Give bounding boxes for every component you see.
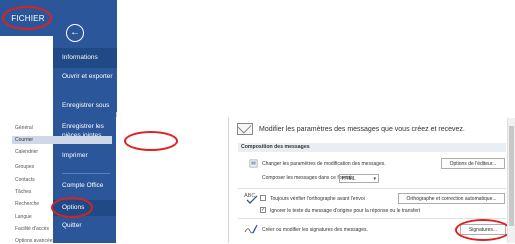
scrollbar-thumb[interactable]	[509, 126, 514, 226]
category-groups[interactable]: Groupes	[15, 164, 34, 170]
category-accessibility[interactable]: Facilité d'accès	[15, 226, 49, 232]
category-tasks[interactable]: Tâches	[15, 189, 31, 195]
category-general[interactable]: Général	[15, 125, 33, 131]
category-search[interactable]: Recherche	[15, 201, 39, 207]
highlight-circle-mail	[124, 131, 178, 151]
highlight-circle-signatures	[455, 219, 511, 241]
editor-description: Changer les paramètres de modification d…	[262, 161, 386, 167]
nav-divider	[62, 173, 110, 174]
category-advanced[interactable]: Options avancées	[15, 238, 55, 244]
check-spelling-label: Toujours vérifier l'orthographe avant l'…	[270, 196, 365, 202]
signature-pen-icon	[244, 224, 258, 234]
nav-office-account[interactable]: Compte Office	[53, 182, 117, 191]
spelling-autocorrect-button[interactable]: Orthographe et correction automatique...	[398, 193, 505, 204]
nav-quit[interactable]: Quitter	[53, 222, 117, 231]
nav-open-export[interactable]: Ouvrir et exporter	[53, 73, 117, 82]
section-title-composition: Composition des messages	[238, 143, 506, 152]
compose-format-value: HTML	[342, 175, 356, 182]
nav-print[interactable]: Imprimer	[53, 152, 117, 161]
check-spelling-checkbox[interactable]	[260, 195, 266, 201]
editor-settings-icon	[249, 159, 258, 168]
divider	[238, 188, 506, 189]
envelope-icon	[237, 123, 253, 135]
nav-informations[interactable]: Informations	[53, 48, 117, 68]
highlight-circle-file	[2, 6, 52, 30]
compose-format-select[interactable]: HTML ▾	[339, 174, 379, 183]
ignore-original-checkbox[interactable]: ✓	[260, 207, 266, 213]
category-calendar[interactable]: Calendrier	[15, 149, 38, 155]
highlight-circle-options	[51, 197, 93, 218]
svg-text:ABC: ABC	[244, 193, 255, 199]
arrow-left-icon[interactable]: ←	[66, 24, 84, 42]
ignore-original-label: Ignorer le texte du message d'origine po…	[270, 208, 421, 214]
editor-options-button[interactable]: Options de l'éditeur...	[441, 158, 505, 169]
spelling-abc-icon: ABC	[244, 193, 258, 204]
options-header: Modifier les paramètres des messages que…	[231, 118, 507, 140]
divider	[238, 218, 506, 219]
category-mail[interactable]: Courrier	[12, 136, 112, 144]
category-contacts[interactable]: Contacts	[15, 177, 35, 183]
signatures-description: Créer ou modifier les signatures des mes…	[262, 227, 368, 233]
options-scrollbar[interactable]	[507, 118, 515, 243]
chevron-down-icon: ▾	[373, 175, 376, 182]
options-header-text: Modifier les paramètres des messages que…	[259, 125, 465, 133]
category-language[interactable]: Langue	[15, 214, 32, 220]
nav-save-as[interactable]: Enregistrer sous	[53, 102, 117, 111]
